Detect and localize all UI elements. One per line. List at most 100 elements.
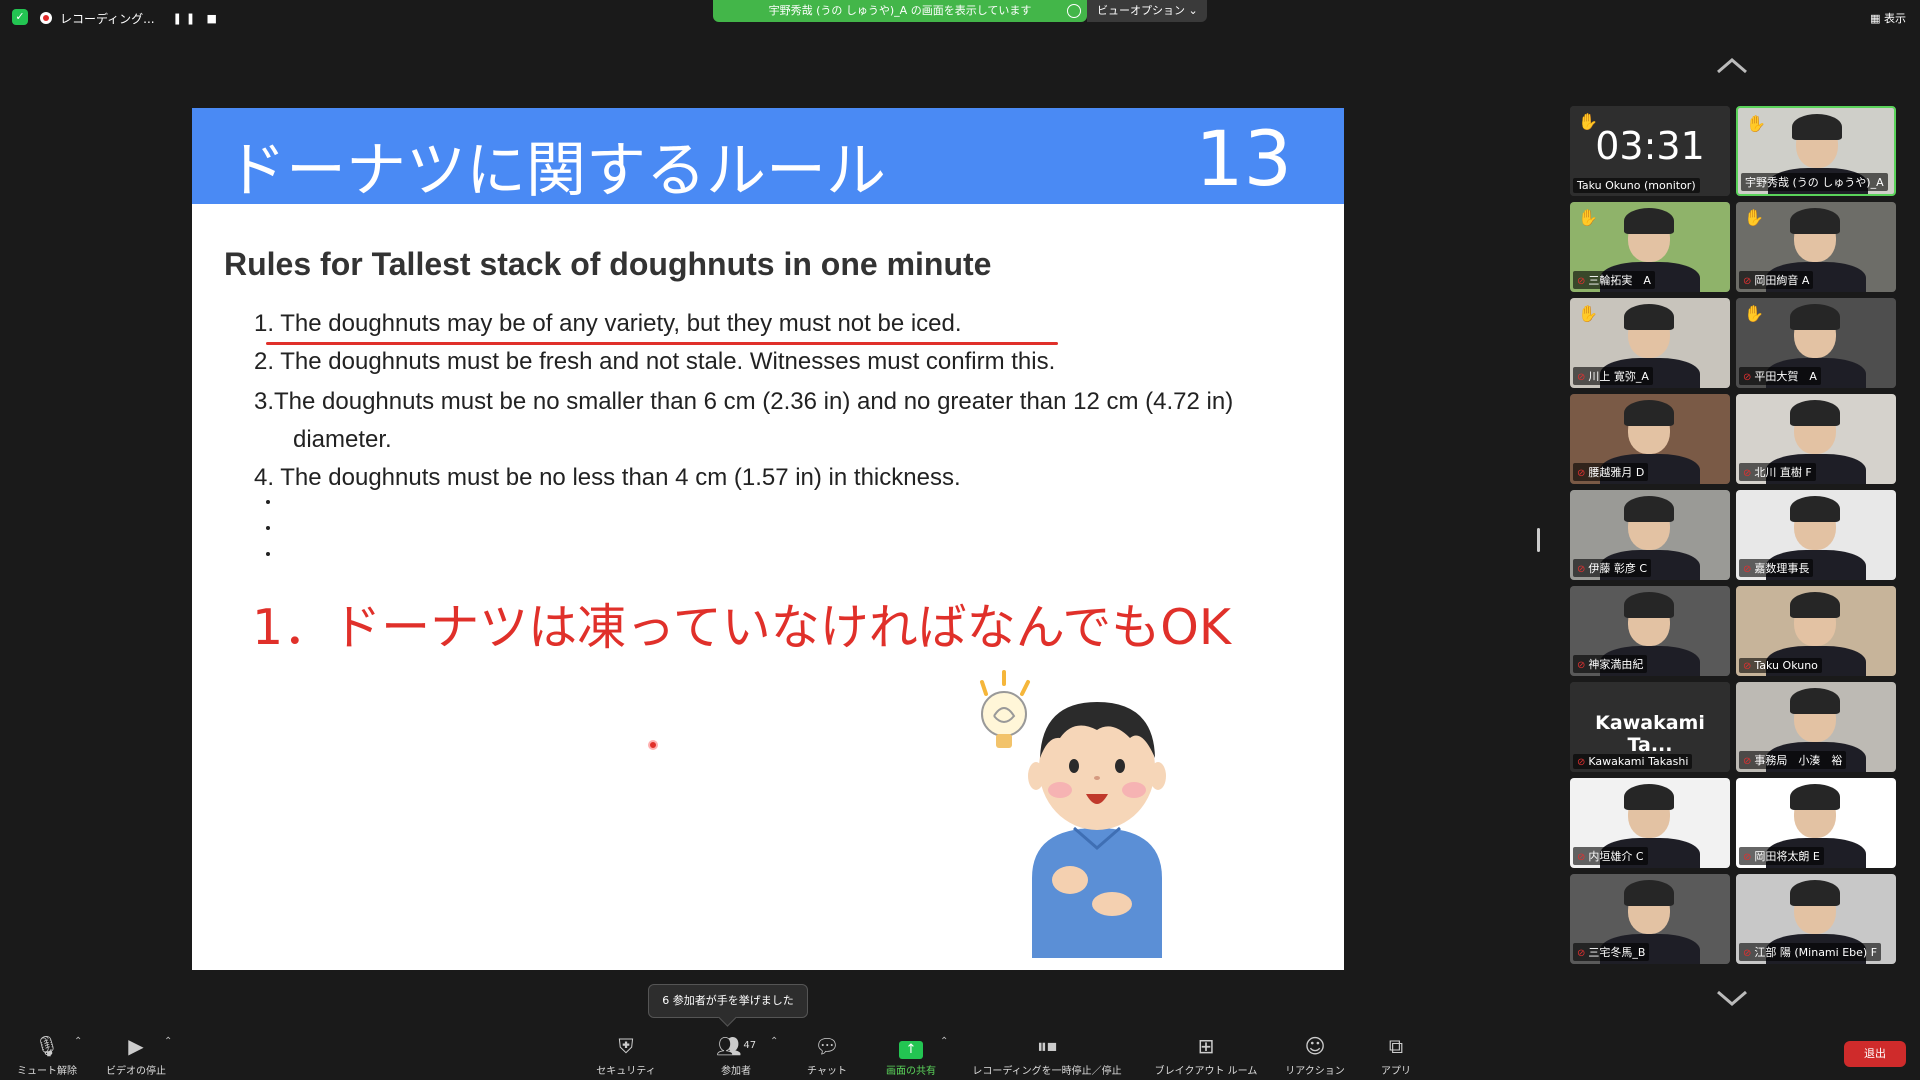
encryption-shield-icon[interactable]: ✓ xyxy=(12,9,28,25)
bullet xyxy=(266,500,270,504)
panel-resize-handle[interactable] xyxy=(1537,528,1540,552)
participant-name-text: 三輪拓実 A xyxy=(1588,274,1651,287)
participant-name-text: 嘉数理事長 xyxy=(1754,562,1810,575)
pause-stop-recording-button[interactable]: ⏸︎⏹︎ レコーディングを一時停止／停止 xyxy=(962,1034,1132,1078)
participant-name: ⊘ 内垣雄介 C xyxy=(1573,847,1648,865)
participant-tile[interactable]: ⊘ Taku Okuno xyxy=(1736,586,1896,676)
display-button[interactable]: 表示 xyxy=(1870,10,1906,26)
participant-name: ⊘ 北川 直樹 F xyxy=(1739,463,1816,481)
participant-name: ⊘ 岡田絢音 A xyxy=(1739,271,1814,289)
participant-name-text: 腰越雅月 D xyxy=(1588,466,1645,479)
avatar-hair xyxy=(1624,304,1674,330)
unmute-button[interactable]: 🎙︎ ミュート解除 ⌃ xyxy=(12,1034,82,1078)
share-screen-button[interactable]: ↑ 画面の共有 ⌃ xyxy=(878,1034,948,1078)
raised-hand-icon: ✋ xyxy=(1578,208,1598,227)
rule-4: 4. The doughnuts must be no less than 4 … xyxy=(254,464,961,491)
view-options-button[interactable]: ビューオプション ⌄ xyxy=(1087,0,1207,22)
participant-tile[interactable]: ✋ 宇野秀哉 (うの しゅうや)_A xyxy=(1736,106,1896,196)
mic-muted-icon: ⊘ xyxy=(1577,757,1586,768)
shield-icon: ⛨ xyxy=(618,1034,634,1058)
participant-tile[interactable]: ⊘ 江部 陽 (Minami Ebe) F xyxy=(1736,874,1896,964)
participant-name: ⊘ Kawakami Takashi xyxy=(1573,754,1693,769)
participant-tile[interactable]: ⊘ 嘉数理事長 xyxy=(1736,490,1896,580)
chevron-up-icon[interactable]: ⌃ xyxy=(164,1036,172,1047)
participant-tile[interactable]: ✋ ⊘ 三輪拓実 A xyxy=(1570,202,1730,292)
mic-muted-icon: ⊘ xyxy=(1577,372,1586,383)
lightbulb-icon xyxy=(980,670,1030,748)
participant-name-text: Taku Okuno xyxy=(1754,659,1818,672)
participant-tile[interactable]: ✋ ⊘ 川上 寛弥_A xyxy=(1570,298,1730,388)
participants-button[interactable]: 👥︎ 47 参加者 ⌃ xyxy=(700,1034,778,1078)
slide-title: ドーナツに関するルール xyxy=(226,136,886,206)
participant-name: ⊘ 嘉数理事長 xyxy=(1739,559,1814,577)
participant-tile[interactable]: ⊘ 内垣雄介 C xyxy=(1570,778,1730,868)
recording-controls[interactable]: ❚❚ ■ xyxy=(173,12,221,25)
raised-hands-tooltip: 6 参加者が手を挙げました xyxy=(648,984,808,1018)
participant-name: ⊘ 岡田将太朗 E xyxy=(1739,847,1824,865)
participant-tile[interactable]: ⊘ 事務局 小湊 裕 xyxy=(1736,682,1896,772)
avatar-hair xyxy=(1790,496,1840,522)
people-icon: 👥︎ 47 xyxy=(715,1034,757,1058)
share-banner-text: 宇野秀哉 (うの しゅうや)_A の画面を表示しています xyxy=(768,4,1032,17)
participant-tile[interactable]: ⊘ 三宅冬馬_B xyxy=(1570,874,1730,964)
bullet xyxy=(266,526,270,530)
participant-tile[interactable]: Kawakami Ta... ⊘ Kawakami Takashi xyxy=(1570,682,1730,772)
slide-note: 1．ドーナツは凍っていなければなんでもOK xyxy=(252,599,1231,656)
gallery-up-chevron-icon[interactable] xyxy=(1714,56,1750,76)
mic-muted-icon: ⊘ xyxy=(1743,276,1752,287)
recording-dot-icon xyxy=(40,12,52,24)
participant-tile[interactable]: ⊘ 北川 直樹 F xyxy=(1736,394,1896,484)
stop-share-icon[interactable] xyxy=(1067,4,1081,18)
recording-label: レコーディング... xyxy=(60,11,155,26)
participant-tile[interactable]: ✋ ⊘ 平田大賀 A xyxy=(1736,298,1896,388)
avatar-hair xyxy=(1790,784,1840,810)
avatar-hair xyxy=(1624,496,1674,522)
participant-tile[interactable]: ⊘ 神家満由紀 xyxy=(1570,586,1730,676)
rule-3: 3.The doughnuts must be no smaller than … xyxy=(254,388,1234,415)
participant-name: ⊘ 事務局 小湊 裕 xyxy=(1739,751,1847,769)
participant-name: 宇野秀哉 (うの しゅうや)_A xyxy=(1741,173,1888,191)
participant-tile[interactable]: ⊘ 岡田将太朗 E xyxy=(1736,778,1896,868)
mic-muted-icon: ⊘ xyxy=(1743,468,1752,479)
participant-name-text: 内垣雄介 C xyxy=(1588,850,1644,863)
avatar-hair xyxy=(1624,880,1674,906)
apps-button[interactable]: ⧉ アプリ xyxy=(1376,1034,1416,1078)
rule-1-underline xyxy=(266,342,1058,345)
rule-2: 2. The doughnuts must be fresh and not s… xyxy=(254,348,1056,375)
idea-person-illustration xyxy=(980,670,1166,958)
chevron-up-icon[interactable]: ⌃ xyxy=(940,1036,948,1047)
chevron-up-icon[interactable]: ⌃ xyxy=(74,1036,82,1047)
avatar-hair xyxy=(1624,208,1674,234)
breakout-rooms-button[interactable]: ⊞ ブレイクアウト ルーム xyxy=(1146,1034,1266,1078)
chevron-up-icon[interactable]: ⌃ xyxy=(770,1036,778,1047)
mic-muted-icon: ⊘ xyxy=(1577,852,1586,863)
raised-hand-icon: ✋ xyxy=(1746,114,1766,133)
chat-button[interactable]: 💬︎ チャット xyxy=(800,1034,854,1078)
mic-muted-icon: ⊘ xyxy=(1743,661,1752,672)
participant-name: ⊘ 三宅冬馬_B xyxy=(1573,943,1650,961)
slide-header: ドーナツに関するルール 13 xyxy=(192,108,1344,206)
avatar-hair xyxy=(1790,208,1840,234)
mic-muted-icon: ⊘ xyxy=(1577,564,1586,575)
participant-name-text: 三宅冬馬_B xyxy=(1588,946,1646,959)
stop-video-button[interactable]: ▶ ビデオの停止 ⌃ xyxy=(98,1034,174,1078)
leave-button[interactable]: 退出 xyxy=(1844,1041,1906,1067)
shared-slide: ドーナツに関するルール 13 Rules for Tallest stack o… xyxy=(192,108,1344,970)
avatar-hair xyxy=(1624,400,1674,426)
mic-muted-icon: ⊘ xyxy=(1743,756,1752,767)
avatar-hair xyxy=(1790,592,1840,618)
reactions-button[interactable]: ☺ リアクション xyxy=(1280,1034,1350,1078)
participant-tile[interactable]: 03:31 ✋ Taku Okuno (monitor) xyxy=(1570,106,1730,196)
recording-indicator[interactable]: レコーディング... ❚❚ ■ xyxy=(40,7,221,29)
avatar-hair xyxy=(1790,880,1840,906)
participant-tile[interactable]: ✋ ⊘ 岡田絢音 A xyxy=(1736,202,1896,292)
participant-tile[interactable]: ⊘ 伊藤 彰彦 C xyxy=(1570,490,1730,580)
top-bar: ✓ レコーディング... ❚❚ ■ 宇野秀哉 (うの しゅうや)_A の画面を表… xyxy=(0,0,1920,36)
participant-name: ⊘ 川上 寛弥_A xyxy=(1573,367,1653,385)
participant-name-text: Kawakami Takashi xyxy=(1588,755,1689,768)
mic-muted-icon: ⊘ xyxy=(1577,948,1586,959)
gallery-down-chevron-icon[interactable] xyxy=(1714,988,1750,1008)
video-camera-icon: ▶ xyxy=(128,1034,144,1058)
security-button[interactable]: ⛨ セキュリティ xyxy=(590,1034,662,1078)
participant-tile[interactable]: ⊘ 腰越雅月 D xyxy=(1570,394,1730,484)
